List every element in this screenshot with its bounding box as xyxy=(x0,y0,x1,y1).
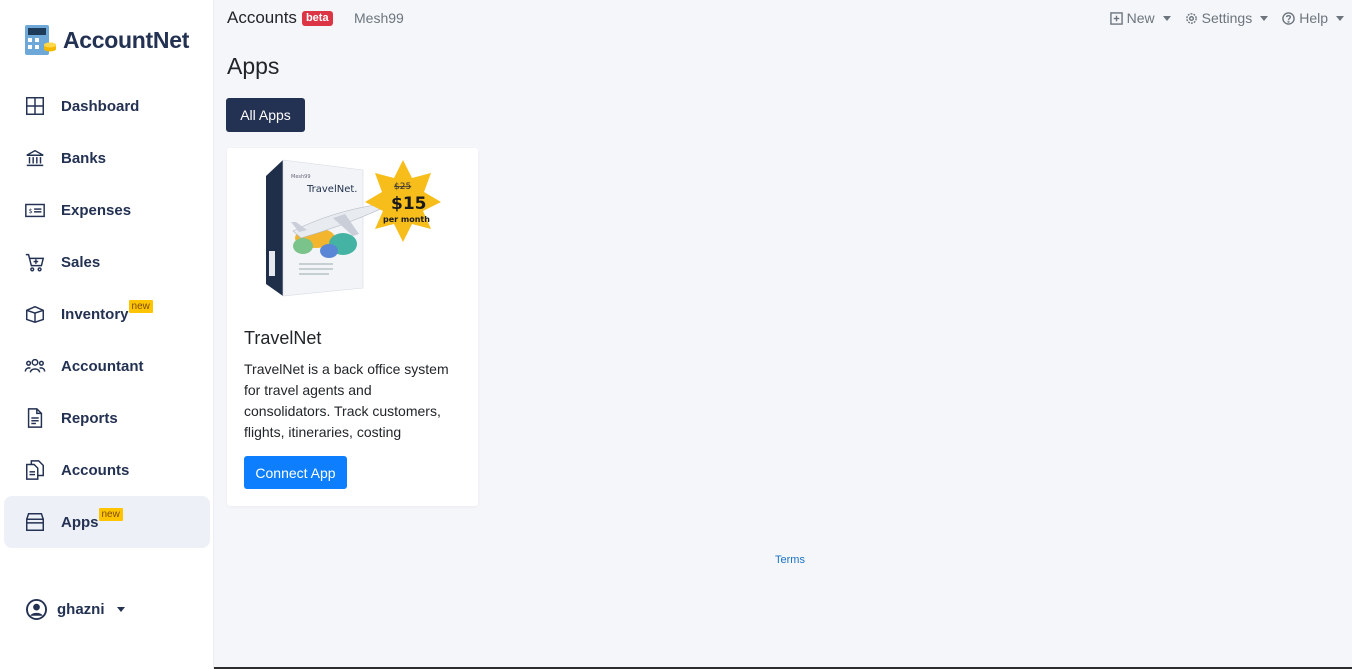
people-icon xyxy=(23,354,47,378)
sidebar-item-label: Accountant xyxy=(61,357,144,375)
new-menu[interactable]: New xyxy=(1109,10,1171,26)
cart-icon xyxy=(23,250,47,274)
chevron-down-icon xyxy=(1336,15,1344,21)
svg-text:$: $ xyxy=(29,207,33,215)
breadcrumb: Accounts beta xyxy=(227,8,333,28)
dashboard-icon xyxy=(23,94,47,118)
brand-name: AccountNet xyxy=(63,26,190,53)
chevron-down-icon xyxy=(1162,15,1171,21)
product-name: TravelNet. xyxy=(306,184,357,195)
sidebar-item-apps[interactable]: Apps new xyxy=(4,496,210,548)
gear-icon xyxy=(1185,12,1197,24)
sidebar-item-label: Accounts xyxy=(61,461,130,479)
terms-link[interactable]: Terms xyxy=(775,554,805,566)
beta-badge: beta xyxy=(301,10,333,26)
sidebar-item-label: Banks xyxy=(61,149,107,167)
tab-all-apps[interactable]: All Apps xyxy=(226,98,305,132)
connect-app-button[interactable]: Connect App xyxy=(244,456,347,489)
user-name: ghazni xyxy=(57,601,105,618)
price: $15 xyxy=(391,194,427,214)
sidebar-item-inventory[interactable]: Inventory new xyxy=(4,288,210,340)
sidebar-item-dashboard[interactable]: Dashboard xyxy=(4,80,210,132)
help-menu-label: Help xyxy=(1299,10,1328,26)
sidebar-nav: Dashboard Banks $ Expenses Sales Invento… xyxy=(4,80,210,548)
settings-menu-label: Settings xyxy=(1201,10,1253,26)
settings-menu[interactable]: Settings xyxy=(1185,10,1269,26)
expenses-icon: $ xyxy=(23,198,47,222)
shop-icon xyxy=(23,510,47,534)
box-icon xyxy=(23,302,47,326)
copy-icon xyxy=(23,458,47,482)
sidebar-item-banks[interactable]: Banks xyxy=(4,132,210,184)
sidebar-item-sales[interactable]: Sales xyxy=(4,236,210,288)
top-bar: Accounts beta Mesh99 New Settings Help xyxy=(227,8,1352,32)
chevron-down-icon xyxy=(1260,15,1269,21)
new-badge: new xyxy=(98,507,123,521)
sidebar: AccountNet Dashboard Banks $ Expenses Sa… xyxy=(0,0,214,669)
chevron-down-icon xyxy=(116,607,125,612)
org-name[interactable]: Mesh99 xyxy=(354,10,404,26)
price-period: per month xyxy=(383,215,430,224)
sidebar-item-accounts[interactable]: Accounts xyxy=(4,444,210,496)
help-menu[interactable]: Help xyxy=(1282,10,1344,26)
top-menu: New Settings Help xyxy=(1109,10,1344,26)
sidebar-item-reports[interactable]: Reports xyxy=(4,392,210,444)
sidebar-item-label: Reports xyxy=(61,409,118,427)
sidebar-item-expenses[interactable]: $ Expenses xyxy=(4,184,210,236)
calculator-logo-icon xyxy=(25,25,56,55)
brand[interactable]: AccountNet xyxy=(23,23,189,57)
sidebar-item-label: Expenses xyxy=(61,201,132,219)
user-avatar-icon xyxy=(26,599,47,620)
report-icon xyxy=(23,406,47,430)
app-description: TravelNet is a back office system for tr… xyxy=(244,361,449,440)
svg-text:Mesh99: Mesh99 xyxy=(291,174,311,180)
travelnet-product-image: Mesh99 TravelNet. $25 $15 per month xyxy=(266,159,441,297)
old-price: $25 xyxy=(394,182,411,192)
sidebar-item-label: Apps xyxy=(61,513,99,531)
new-menu-label: New xyxy=(1126,10,1155,26)
sidebar-item-label: Dashboard xyxy=(61,97,140,115)
page-title: Apps xyxy=(227,53,280,79)
question-circle-icon xyxy=(1282,11,1295,25)
section-title[interactable]: Accounts xyxy=(227,8,297,28)
sidebar-item-accountant[interactable]: Accountant xyxy=(4,340,210,392)
new-badge: new xyxy=(128,299,153,313)
app-title: TravelNet xyxy=(244,328,322,348)
bank-icon xyxy=(23,146,47,170)
plus-square-icon xyxy=(1109,11,1123,25)
sidebar-item-label: Sales xyxy=(61,253,101,271)
app-card: Mesh99 TravelNet. $25 $15 per month Trav… xyxy=(227,148,478,506)
sidebar-item-label: Inventory xyxy=(61,305,129,323)
user-menu[interactable]: ghazni xyxy=(26,599,125,620)
